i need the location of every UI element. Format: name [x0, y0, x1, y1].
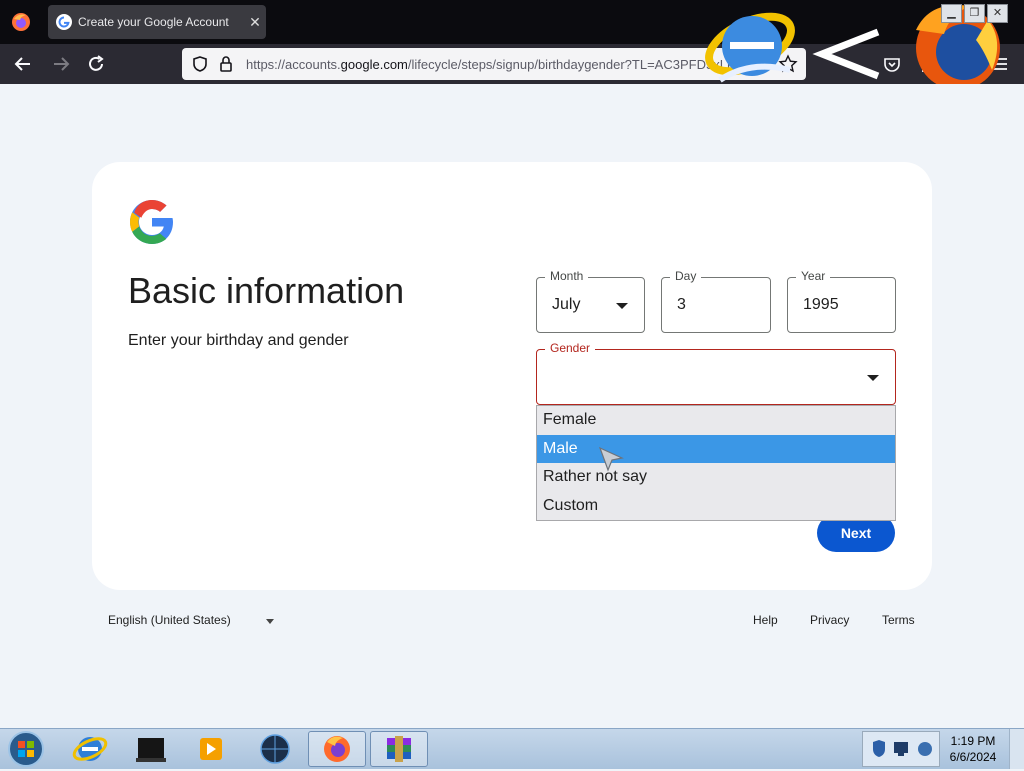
reload-icon[interactable]	[85, 53, 107, 75]
footer-link-privacy[interactable]: Privacy	[810, 613, 849, 627]
day-value: 3	[677, 296, 686, 313]
start-button-icon[interactable]	[6, 730, 46, 768]
day-label: Day	[670, 269, 702, 283]
page-title: Basic information	[128, 270, 405, 311]
windows-taskbar: 1:19 PM 6/6/2024	[0, 728, 1024, 769]
close-window-button[interactable]: ✕	[987, 4, 1008, 23]
gender-dropdown-list: Female Male Rather not say Custom	[536, 405, 896, 521]
taskbar-network-globe-icon[interactable]	[246, 731, 304, 767]
firefox-menu-icon[interactable]	[10, 11, 32, 33]
show-desktop-button[interactable]	[1009, 729, 1024, 769]
taskbar-firefox-icon	[324, 736, 350, 762]
footer-link-terms[interactable]: Terms	[882, 613, 915, 627]
gender-option-rather-not-say[interactable]: Rather not say	[537, 463, 895, 492]
tab-title: Create your Google Account	[78, 15, 229, 29]
year-value: 1995	[803, 296, 839, 313]
taskbar-winrar-icon	[387, 736, 411, 762]
gender-label: Gender	[545, 341, 596, 355]
tab-google-account[interactable]: Create your Google Account ✕	[48, 5, 266, 39]
gender-option-custom[interactable]: Custom	[537, 492, 895, 521]
gender-option-female[interactable]: Female	[537, 406, 895, 435]
year-input[interactable]: Year 1995	[787, 269, 896, 333]
google-favicon-icon	[56, 14, 72, 30]
lock-icon[interactable]	[216, 54, 236, 74]
minimize-button[interactable]: ▁	[941, 4, 962, 23]
mouse-cursor-icon	[598, 446, 624, 472]
tracking-shield-icon[interactable]	[190, 54, 210, 74]
taskbar-winrar-button[interactable]	[370, 731, 428, 767]
system-tray-icons[interactable]	[863, 732, 939, 766]
taskbar-clock[interactable]: 1:19 PM 6/6/2024	[940, 729, 1006, 769]
month-label: Month	[545, 269, 589, 283]
chevron-down-icon	[616, 303, 628, 309]
gender-select[interactable]: Gender	[536, 341, 896, 405]
back-arrow-icon[interactable]	[12, 53, 34, 75]
gender-option-male[interactable]: Male	[537, 434, 895, 463]
chevron-down-icon	[867, 375, 879, 381]
url-text: https://accounts.google.com/lifecycle/st…	[246, 56, 743, 72]
language-select[interactable]: English (United States)	[108, 613, 231, 627]
clock-date: 6/6/2024	[949, 750, 997, 764]
maximize-button[interactable]: ❐	[964, 4, 985, 23]
month-value: July	[552, 296, 581, 313]
month-select[interactable]: Month July	[536, 269, 645, 333]
window-controls: ▁ ❐ ✕	[941, 4, 1008, 23]
page-subtitle: Enter your birthday and gender	[128, 332, 349, 349]
language-chevron-icon[interactable]	[266, 619, 274, 624]
footer-link-help[interactable]: Help	[753, 613, 778, 627]
google-logo-icon	[130, 200, 173, 244]
internet-explorer-decoration-icon	[705, 12, 795, 83]
tab-close-icon[interactable]: ✕	[244, 14, 266, 31]
year-label: Year	[796, 269, 831, 283]
forward-arrow-icon[interactable]	[50, 53, 72, 75]
taskbar-internet-explorer-icon[interactable]	[60, 731, 118, 767]
day-input[interactable]: Day 3	[661, 269, 771, 333]
taskbar-firefox-button[interactable]	[308, 731, 366, 767]
clock-time: 1:19 PM	[950, 734, 996, 748]
system-tray	[862, 731, 940, 767]
taskbar-media-player-icon[interactable]	[182, 731, 240, 767]
taskbar-terminal-icon[interactable]	[122, 731, 180, 767]
